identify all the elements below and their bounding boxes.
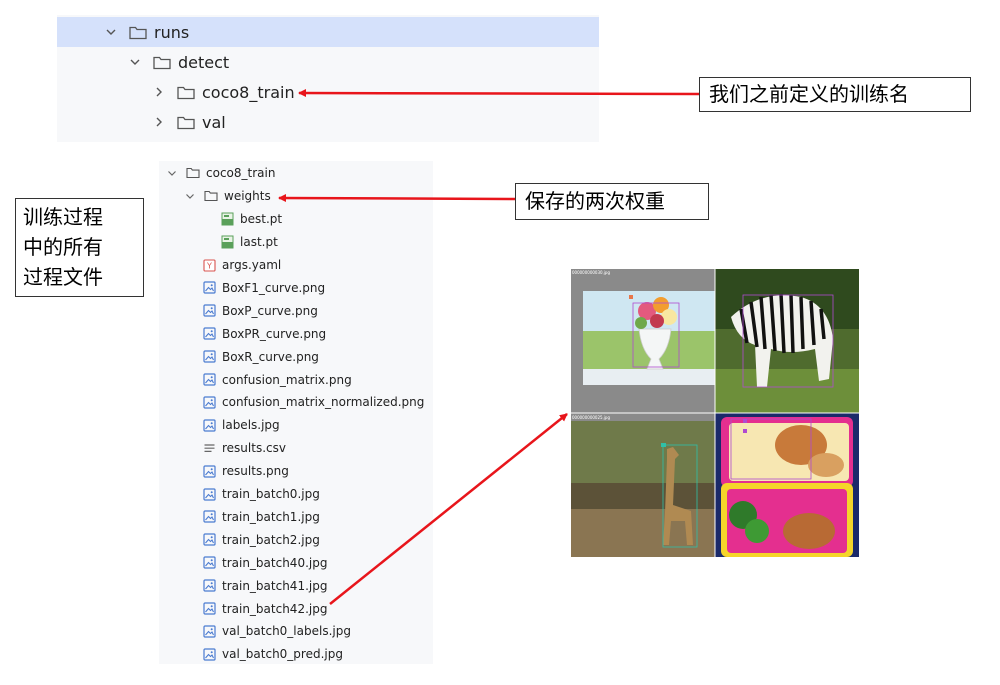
- arrow-to-weights: [278, 194, 516, 203]
- annotation-arrows: [278, 89, 700, 605]
- arrow-to-mosaic: [329, 413, 568, 605]
- arrow-to-train-name: [298, 89, 700, 98]
